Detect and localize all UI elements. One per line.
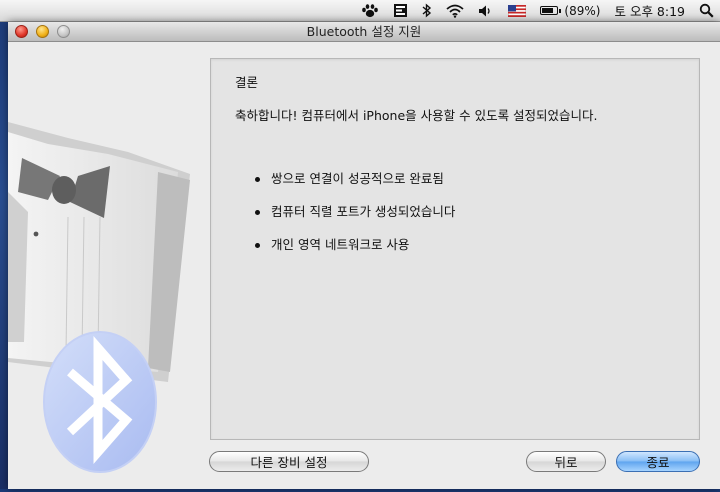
list-item: 개인 영역 네트워크로 사용 (255, 237, 455, 270)
result-list: 쌍으로 연결이 성공적으로 완료됨 컴퓨터 직렬 포트가 생성되었습니다 개인 … (255, 171, 455, 270)
content-panel: 결론 축하합니다! 컴퓨터에서 iPhone을 사용할 수 있도록 설정되었습니… (210, 58, 700, 440)
battery-icon[interactable]: (89%) (540, 0, 600, 22)
us-flag-icon[interactable] (508, 0, 527, 22)
window-title: Bluetooth 설정 지원 (306, 24, 422, 39)
paw-icon[interactable] (361, 0, 379, 22)
battery-shell (540, 6, 562, 15)
menubar: (89%) 토 오후 8:19 (0, 0, 720, 22)
section-heading: 결론 (235, 75, 259, 90)
bluetooth-icon[interactable] (422, 0, 432, 22)
wifi-icon[interactable] (446, 0, 465, 22)
script-icon[interactable] (393, 0, 408, 22)
assistant-window: Bluetooth 설정 지원 결론 축하합니다! 컴퓨터에서 iPhone을 … (8, 22, 720, 489)
quit-button[interactable]: 종료 (616, 451, 700, 472)
window-titlebar[interactable]: Bluetooth 설정 지원 (8, 22, 720, 42)
set-up-another-device-button[interactable]: 다른 장비 설정 (209, 451, 369, 472)
back-button[interactable]: 뒤로 (526, 451, 606, 472)
setup-assistant-artwork (8, 42, 208, 489)
list-item: 쌍으로 연결이 성공적으로 완료됨 (255, 171, 455, 204)
spotlight-icon[interactable] (699, 0, 714, 22)
battery-percent: (89%) (564, 3, 601, 18)
success-message: 축하합니다! 컴퓨터에서 iPhone을 사용할 수 있도록 설정되었습니다. (235, 108, 598, 123)
menubar-clock[interactable]: 토 오후 8:19 (614, 0, 685, 22)
battery-fill (542, 8, 554, 13)
volume-icon[interactable] (478, 0, 494, 22)
list-item: 컴퓨터 직렬 포트가 생성되었습니다 (255, 204, 455, 237)
